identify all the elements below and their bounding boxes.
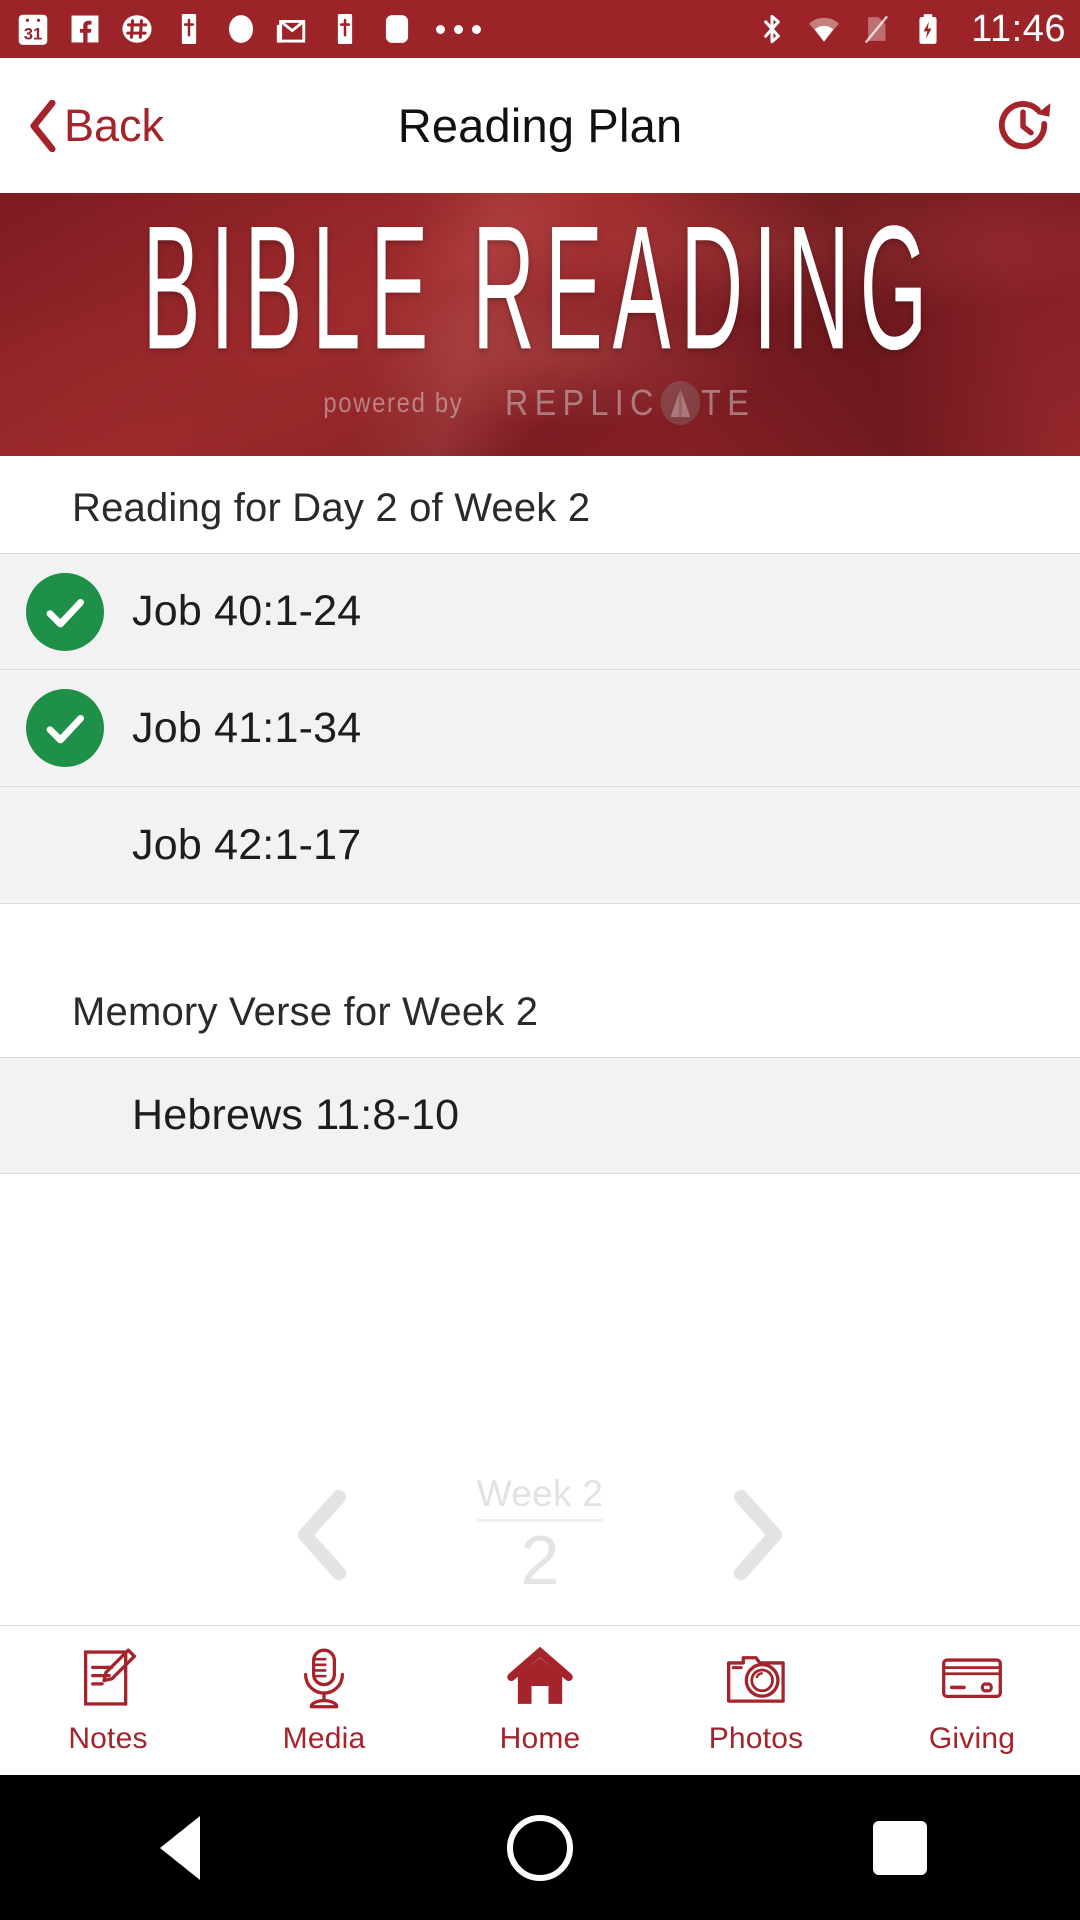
wifi-icon — [809, 17, 840, 42]
status-bar: 31 11:46 — [0, 0, 1080, 58]
status-bar-clock: 11:46 — [971, 7, 1066, 50]
powered-by-label: powered by — [322, 386, 463, 418]
back-button-label: Back — [64, 99, 165, 151]
tab-label: Notes — [68, 1722, 148, 1755]
gmail-icon — [276, 19, 306, 43]
camera-icon — [727, 1656, 785, 1703]
android-recents-icon[interactable] — [720, 1820, 1080, 1875]
tab-photos[interactable]: Photos — [648, 1645, 864, 1756]
credit-card-icon — [942, 1658, 1002, 1699]
list-item-label: Job 41:1-34 — [132, 703, 362, 752]
list-item-label: Job 40:1-24 — [132, 587, 362, 635]
rounded-square-app-icon — [385, 15, 409, 43]
android-navigation-bar — [0, 1775, 1080, 1920]
week-label: Week 2 — [476, 1473, 604, 1522]
week-pager-area: Week 2 2 — [0, 1174, 1080, 1625]
more-notifications-icon — [436, 24, 481, 34]
calendar-31-icon: 31 — [18, 14, 48, 45]
list-item-label: Hebrews 11:8-10 — [132, 1091, 460, 1139]
home-icon — [507, 1646, 573, 1704]
back-button[interactable]: Back — [26, 99, 165, 152]
list-item[interactable]: Job 42:1-17 — [0, 787, 1080, 904]
main-content: Reading for Day 2 of Week 2 Job 40:1-24 … — [0, 456, 1080, 1625]
sim-off-icon — [865, 15, 889, 44]
replicate-brand: REPLIC TE — [505, 380, 756, 425]
history-clock-icon[interactable] — [992, 95, 1054, 157]
android-back-icon[interactable] — [0, 1815, 360, 1880]
replicate-brand-head: REPLIC — [505, 381, 661, 423]
completed-check-icon[interactable] — [26, 689, 104, 767]
bluetooth-icon — [764, 14, 781, 44]
bible-app-icon-2 — [337, 13, 353, 45]
status-bar-notifications: 31 — [14, 10, 753, 48]
notes-icon — [83, 1648, 137, 1706]
microphone-icon — [303, 1648, 345, 1709]
banner-title: BIBLE READING — [142, 193, 938, 387]
bottom-tab-bar: Notes Media Home Photos Giving — [0, 1625, 1080, 1775]
circle-app-icon — [228, 15, 254, 43]
reading-section-header: Reading for Day 2 of Week 2 — [0, 456, 1080, 553]
week-number: 2 — [520, 1520, 560, 1599]
list-item[interactable]: Job 41:1-34 — [0, 670, 1080, 787]
replicate-logo-icon — [660, 380, 701, 425]
replicate-brand-tail: TE — [701, 381, 756, 423]
status-bar-system: 11:46 — [753, 8, 1066, 51]
chevron-right-icon[interactable] — [714, 1487, 800, 1583]
chevron-left-icon — [30, 99, 56, 152]
facebook-icon — [71, 15, 99, 43]
list-item[interactable]: Hebrews 11:8-10 — [0, 1057, 1080, 1174]
android-home-icon[interactable] — [360, 1814, 720, 1881]
incomplete-check-placeholder[interactable] — [26, 806, 104, 884]
list-item-label: Job 42:1-17 — [132, 820, 362, 869]
banner-credit: powered by REPLIC TE — [311, 380, 770, 425]
week-indicator: Week 2 2 — [450, 1473, 630, 1598]
week-pager: Week 2 2 — [0, 1473, 1080, 1598]
tab-label: Photos — [708, 1722, 804, 1755]
bible-app-icon — [181, 13, 197, 45]
memory-section-header: Memory Verse for Week 2 — [0, 960, 1080, 1057]
svg-text:31: 31 — [24, 24, 42, 43]
incomplete-check-placeholder[interactable] — [26, 1077, 104, 1155]
tab-label: Media — [282, 1722, 366, 1755]
app-header: Back Reading Plan — [0, 58, 1080, 193]
list-item[interactable]: Job 40:1-24 — [0, 553, 1080, 670]
phone-screen: 31 11:46 Back Reading Plan BIBLE READING… — [0, 0, 1080, 1920]
tab-giving[interactable]: Giving — [864, 1645, 1080, 1756]
slack-icon — [122, 15, 152, 43]
chevron-left-icon[interactable] — [280, 1487, 366, 1583]
tab-home[interactable]: Home — [432, 1645, 648, 1756]
section-spacer — [0, 904, 1080, 960]
completed-check-icon[interactable] — [26, 572, 104, 651]
tab-notes[interactable]: Notes — [0, 1645, 216, 1756]
tab-media[interactable]: Media — [216, 1645, 432, 1756]
tab-label: Home — [499, 1722, 581, 1755]
battery-charging-icon — [919, 14, 937, 44]
tab-label: Giving — [928, 1722, 1016, 1755]
plan-banner: BIBLE READING powered by REPLIC TE — [0, 193, 1080, 456]
